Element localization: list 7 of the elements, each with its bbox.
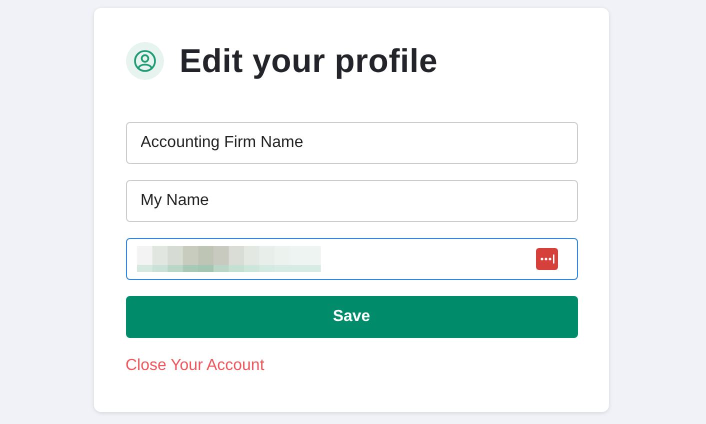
page-title: Edit your profile bbox=[180, 42, 438, 80]
input-field[interactable]: My Name bbox=[126, 180, 578, 222]
password-manager-icon[interactable] bbox=[536, 248, 558, 270]
user-icon bbox=[126, 42, 164, 80]
save-button[interactable]: Save bbox=[126, 296, 578, 338]
input-field[interactable]: Accounting Firm Name bbox=[126, 122, 578, 164]
input-field[interactable] bbox=[126, 238, 578, 280]
